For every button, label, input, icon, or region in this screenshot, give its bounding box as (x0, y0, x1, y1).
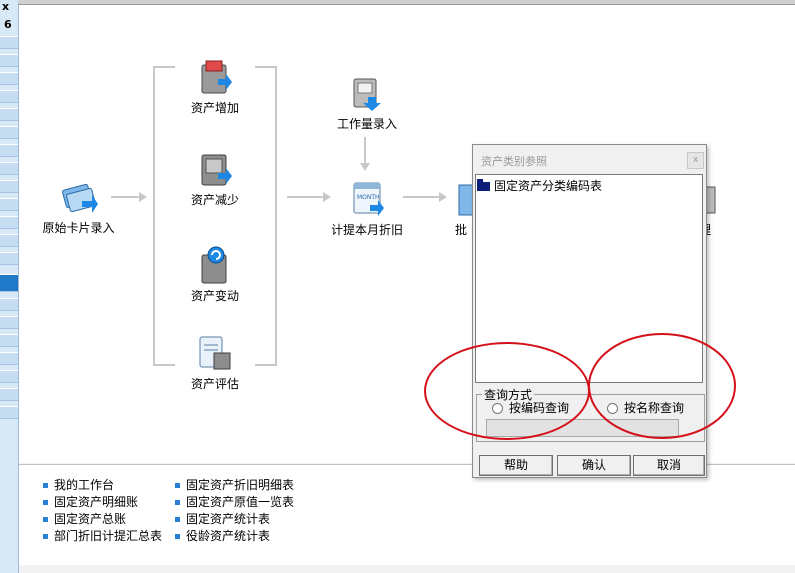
bullet-icon (175, 517, 180, 522)
strip-item-active[interactable] (0, 274, 18, 292)
node-original-card-entry[interactable]: 原始卡片录入 (41, 177, 116, 236)
node-label: 资产增加 (190, 101, 239, 115)
help-button[interactable]: 帮助 (479, 455, 553, 476)
annotation-circle-by-name (588, 333, 736, 439)
link-general-ledger[interactable]: 固定资产总账 (43, 510, 126, 527)
left-nav-strip: x 6 (0, 0, 19, 573)
strip-item[interactable] (0, 252, 18, 265)
strip-item[interactable] (0, 126, 18, 139)
bullet-icon (43, 534, 48, 539)
safe-change-icon (196, 245, 234, 285)
flow-arrow (287, 192, 331, 202)
strip-badge: 6 (4, 18, 12, 31)
strip-item[interactable] (0, 108, 18, 121)
strip-item[interactable] (0, 388, 18, 401)
workload-icon (348, 73, 386, 113)
calendar-icon: MONTH (348, 179, 386, 219)
dialog-title: 资产类别参照 (481, 155, 547, 168)
close-button[interactable]: x (687, 152, 704, 169)
strip-item[interactable] (0, 198, 18, 211)
strip-item[interactable] (0, 54, 18, 67)
strip-item[interactable] (0, 90, 18, 103)
strip-close-glyph[interactable]: x (2, 0, 9, 13)
flow-arrow (403, 192, 447, 202)
node-workload-entry[interactable]: 工作量录入 (327, 73, 407, 132)
strip-item[interactable] (0, 334, 18, 347)
node-asset-change[interactable]: 资产变动 (179, 245, 251, 304)
link-asset-ledger-detail[interactable]: 固定资产明细账 (43, 493, 138, 510)
report-links: 我的工作台 固定资产折旧明细表 固定资产明细账 固定资产原值一览表 固定资产总账… (19, 464, 795, 565)
strip-item[interactable] (0, 234, 18, 247)
strip-item[interactable] (0, 162, 18, 175)
bullet-icon (43, 483, 48, 488)
link-my-workbench[interactable]: 我的工作台 (43, 476, 114, 493)
node-asset-increase[interactable]: 资产增加 (179, 57, 251, 116)
link-depreciation-detail[interactable]: 固定资产折旧明细表 (175, 476, 294, 493)
clipboard-safe-icon (196, 333, 234, 373)
confirm-button[interactable]: 确认 (557, 455, 631, 476)
link-asset-statistics[interactable]: 固定资产统计表 (175, 510, 270, 527)
group-bracket-right (255, 66, 277, 366)
strip-item[interactable] (0, 144, 18, 157)
strip-item[interactable] (0, 406, 18, 419)
strip-item[interactable] (0, 216, 18, 229)
strip-item[interactable] (0, 36, 18, 49)
bullet-icon (175, 500, 180, 505)
tree-root-item[interactable]: 固定资产分类编码表 (477, 177, 602, 194)
node-monthly-depreciation[interactable]: MONTH 计提本月折旧 (327, 179, 407, 238)
annotation-circle-by-code (424, 342, 590, 440)
link-service-age-statistics[interactable]: 役龄资产统计表 (175, 527, 270, 544)
bullet-icon (43, 500, 48, 505)
node-label: 资产评估 (190, 377, 239, 391)
node-label: 资产减少 (190, 193, 239, 207)
cancel-button[interactable]: 取消 (633, 455, 705, 476)
flow-arrow (111, 192, 147, 202)
tree-root-label: 固定资产分类编码表 (494, 179, 603, 193)
node-label: 计提本月折旧 (330, 223, 403, 237)
node-label: 原始卡片录入 (42, 221, 115, 235)
folder-icon (477, 179, 490, 191)
node-label: 工作量录入 (336, 117, 397, 131)
node-asset-decrease[interactable]: 资产减少 (179, 149, 251, 208)
strip-item[interactable] (0, 352, 18, 365)
group-bracket-left (153, 66, 175, 366)
link-dept-depreciation-summary[interactable]: 部门折旧计提汇总表 (43, 527, 162, 544)
bullet-icon (43, 517, 48, 522)
strip-item[interactable] (0, 370, 18, 383)
flow-arrow-down (360, 137, 370, 171)
strip-item[interactable] (0, 180, 18, 193)
safe-add-icon (196, 57, 234, 97)
strip-item[interactable] (0, 72, 18, 85)
node-asset-evaluate[interactable]: 资产评估 (179, 333, 251, 392)
batch-icon (455, 179, 474, 219)
svg-text:MONTH: MONTH (357, 194, 380, 201)
safe-remove-icon (196, 149, 234, 189)
bullet-icon (175, 483, 180, 488)
bullet-icon (175, 534, 180, 539)
card-icon (60, 177, 98, 217)
node-label: 资产变动 (190, 289, 239, 303)
link-original-value-list[interactable]: 固定资产原值一览表 (175, 493, 294, 510)
strip-item[interactable] (0, 316, 18, 329)
strip-item[interactable] (0, 298, 18, 311)
